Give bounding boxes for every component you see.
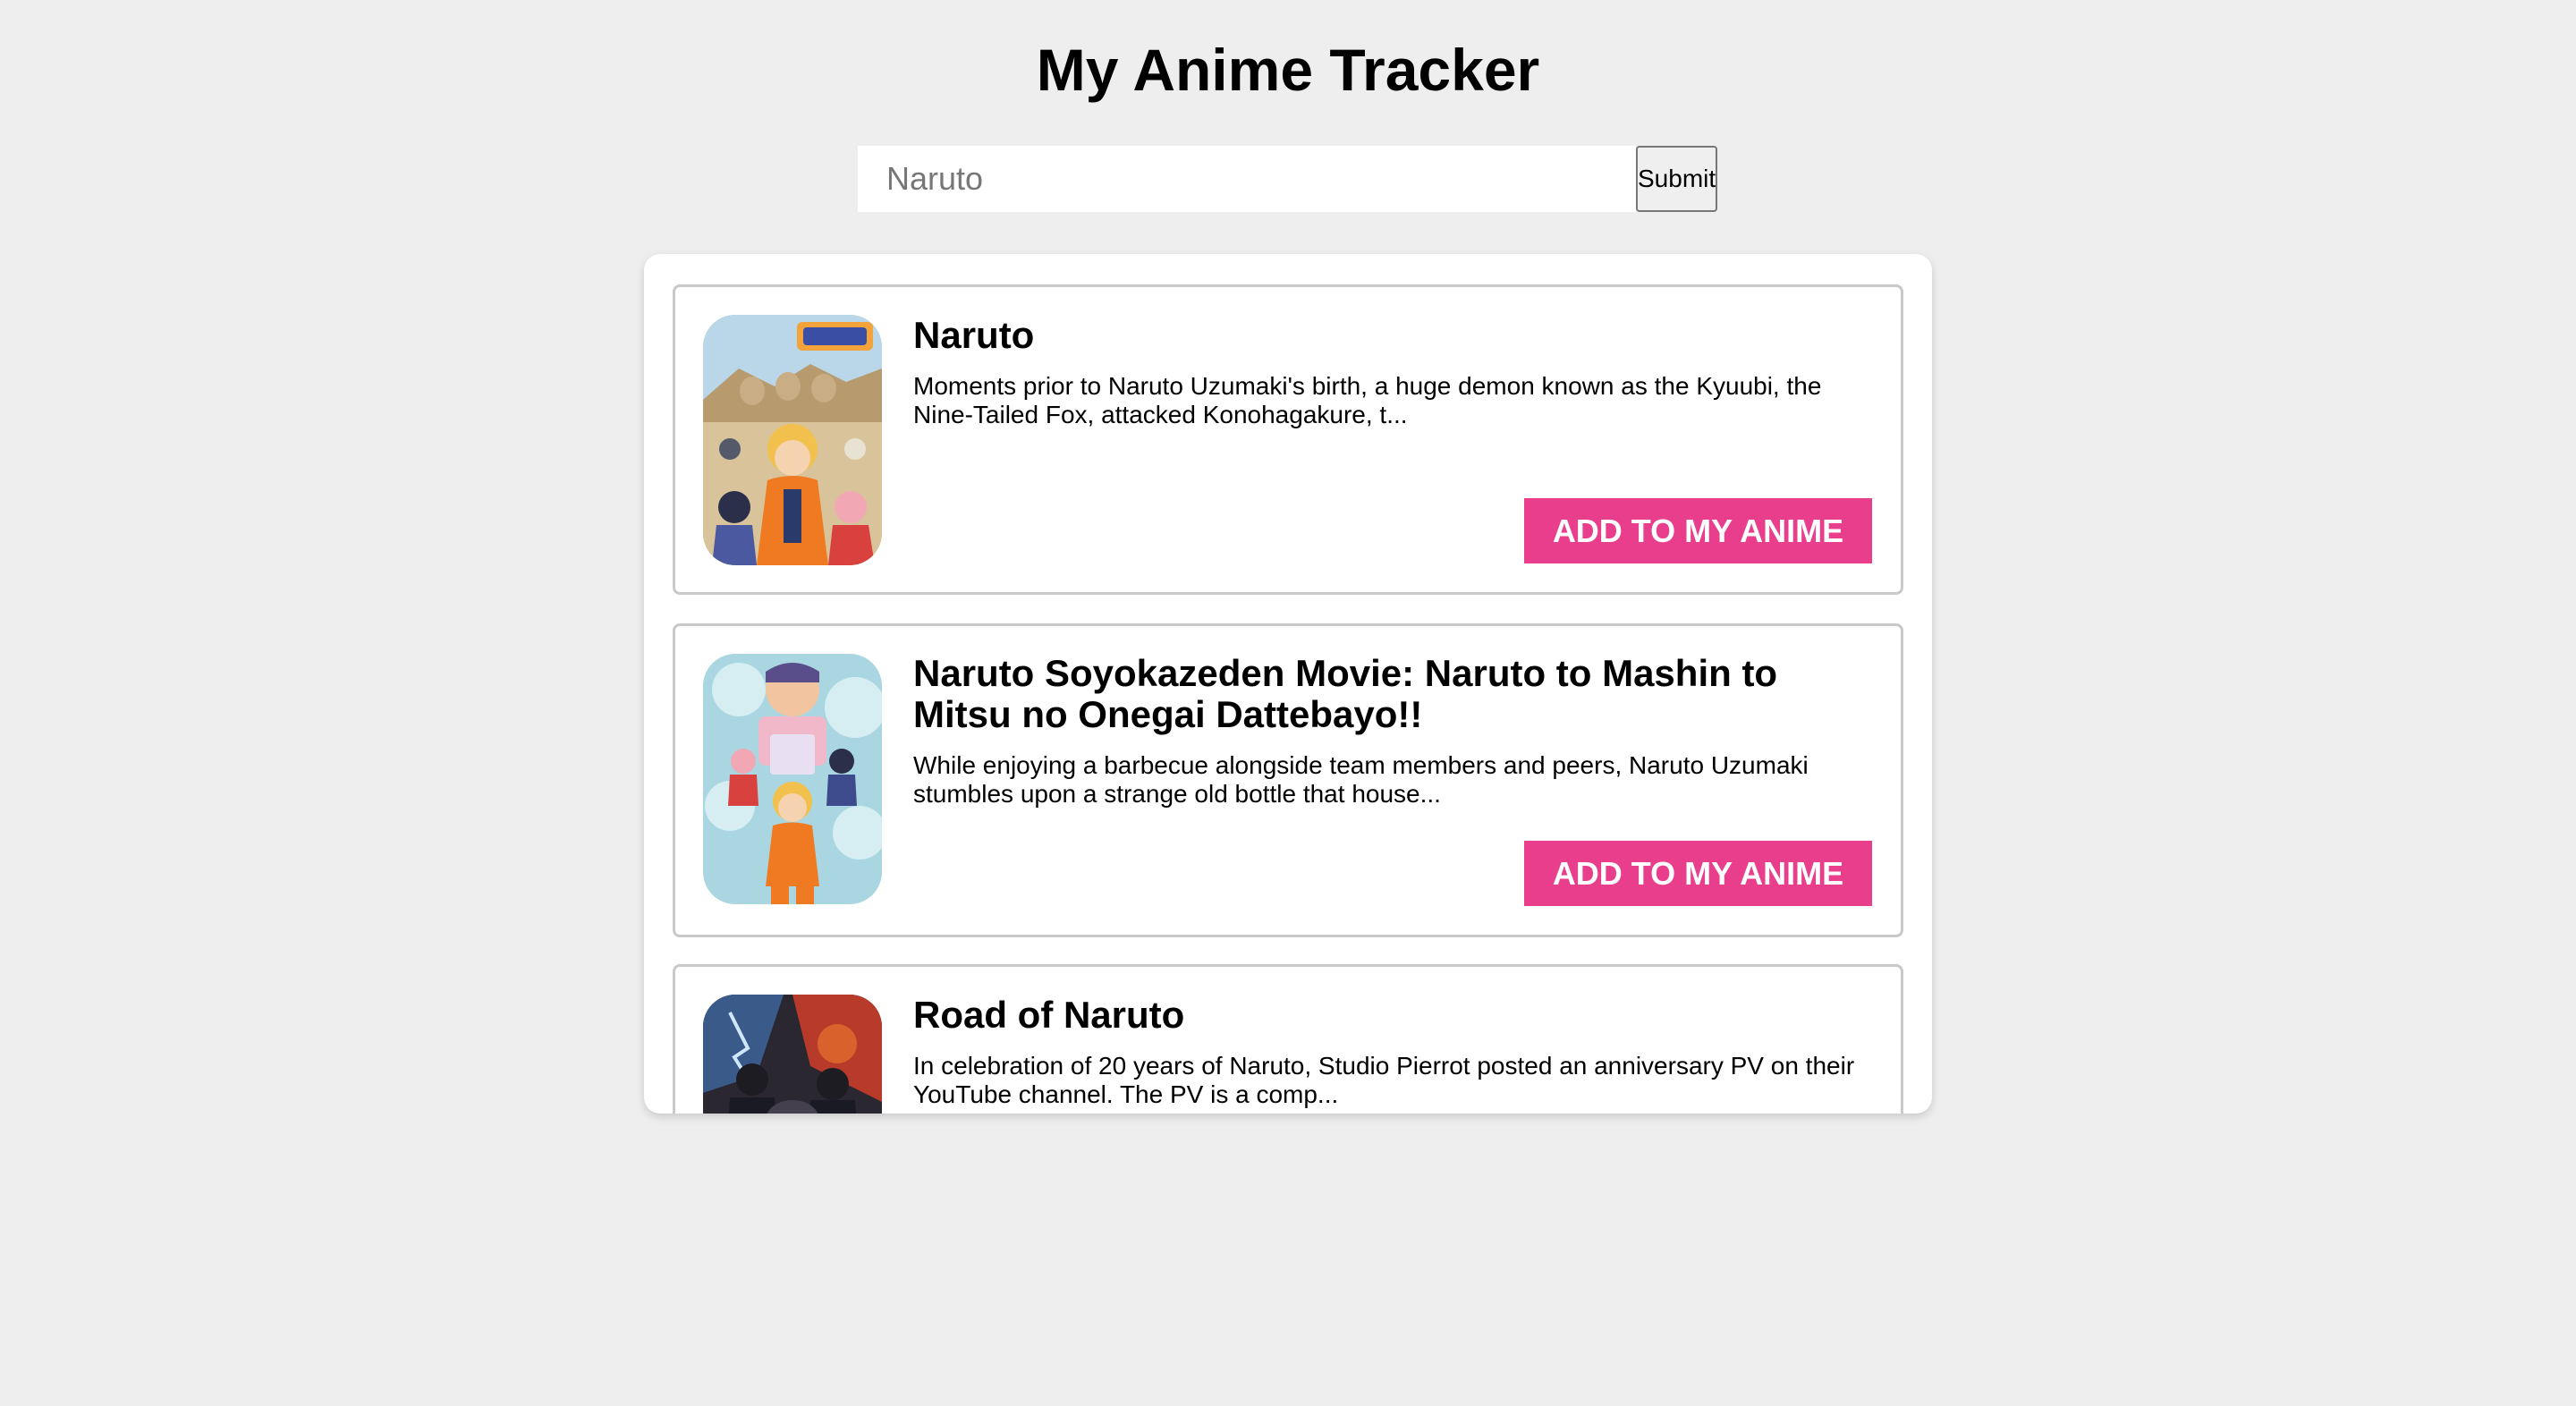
anime-card: Road of Naruto In celebration of 20 year…: [673, 964, 1903, 1114]
search-input[interactable]: [858, 146, 1636, 212]
results-panel[interactable]: Naruto Moments prior to Naruto Uzumaki's…: [644, 254, 1932, 1114]
anime-description: Moments prior to Naruto Uzumaki's birth,…: [913, 372, 1822, 428]
add-to-my-anime-button[interactable]: ADD TO MY ANIME: [1524, 841, 1872, 906]
anime-title: Naruto Soyokazeden Movie: Naruto to Mash…: [913, 652, 1778, 735]
anime-description: While enjoying a barbecue alongside team…: [913, 751, 1809, 808]
submit-button[interactable]: Submit: [1636, 146, 1717, 212]
anime-title: Naruto: [913, 314, 1035, 356]
anime-description: In celebration of 20 years of Naruto, St…: [913, 1052, 1855, 1108]
anime-poster: [703, 315, 882, 565]
anime-title: Road of Naruto: [913, 994, 1185, 1036]
anime-card: Naruto Soyokazeden Movie: Naruto to Mash…: [673, 623, 1903, 937]
anime-card: Naruto Moments prior to Naruto Uzumaki's…: [673, 284, 1903, 595]
add-to-my-anime-button[interactable]: ADD TO MY ANIME: [1524, 498, 1872, 563]
search-form: Submit: [858, 146, 1717, 212]
anime-poster: [703, 995, 882, 1114]
page-title: My Anime Tracker: [1036, 37, 1540, 103]
anime-poster: [703, 654, 882, 904]
